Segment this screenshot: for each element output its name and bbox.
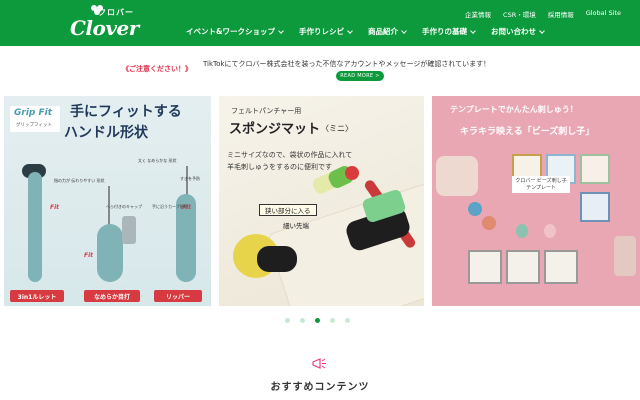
carousel-dot[interactable]	[285, 318, 290, 323]
util-link-company[interactable]: 企業情報	[465, 9, 491, 19]
nav-label: 商品紹介	[368, 27, 399, 36]
nav-item-basics[interactable]: 手作りの基礎	[422, 26, 476, 37]
callout-text: 細い先端	[283, 222, 309, 230]
banner-headline: 手にフィットする	[70, 104, 182, 120]
banner-headline: ハンドル形状	[64, 125, 148, 141]
feature-note: 太く なめらかな 形状	[138, 158, 177, 163]
banner-description: ミニサイズなので、袋状の作品に入れて	[227, 151, 353, 159]
site-header: クロバー Clover 企業情報 CSR・環境 採用情報 Global Site…	[0, 0, 640, 46]
banner-headline: テンプレートでかんたん刺しゅう！	[450, 105, 578, 114]
megaphone-icon	[312, 358, 326, 369]
banner-headline: スポンジマット	[229, 122, 321, 137]
nav-item-events[interactable]: イベント&ワークショップ	[186, 26, 284, 37]
nav-label: 手作りの基礎	[422, 27, 468, 36]
product-tag: リッパー	[154, 290, 202, 302]
nav-item-contact[interactable]: お問い合わせ	[491, 26, 545, 37]
util-link-global[interactable]: Global Site	[586, 9, 621, 19]
chevron-down-icon	[401, 27, 407, 34]
notice-label: 《ご注意ください！》	[122, 65, 192, 73]
read-more-button[interactable]: READ MORE >	[336, 71, 384, 81]
product-label: クロバー ビーズ刺し子テンプレート	[512, 176, 570, 193]
clover-logo[interactable]: クロバー Clover	[68, 5, 142, 40]
nav-label: 手作りレシピ	[299, 27, 345, 36]
nav-label: お問い合わせ	[491, 27, 537, 36]
feature-note: へら付きのキャップ	[106, 204, 142, 209]
banner-sponge-mat[interactable]: フェルトパンチャー用 スポンジマット 〈ミニ〉 ミニサイズなので、袋状の作品に入…	[219, 96, 424, 306]
banner-headline-small: 〈ミニ〉	[321, 124, 353, 133]
cap-image	[122, 216, 136, 244]
notice-text[interactable]: TikTokにてクロバー株式会社を装った不信なアカウントやメッセージが確認されて…	[203, 59, 490, 69]
chevron-down-icon	[470, 27, 476, 34]
product-tag: なめらか目打	[84, 290, 140, 302]
fit-label: Fit	[50, 204, 60, 211]
chevron-down-icon	[347, 27, 353, 34]
carousel-dot-active[interactable]	[315, 318, 320, 323]
main-nav: イベント&ワークショップ 手作りレシピ 商品紹介 手作りの基礎 お問い合わせ	[186, 26, 560, 37]
banner-subtitle: フェルトパンチャー用	[231, 107, 302, 115]
feature-note: 手に沿うカーブ形状	[152, 204, 188, 209]
product-tag: 3in1ルレット	[10, 290, 64, 302]
grip-fit-subtitle: グリップフィット	[16, 123, 52, 128]
carousel-dot[interactable]	[300, 318, 305, 323]
banner-description: 羊毛刺しゅうをするのに便利です	[227, 163, 332, 171]
chevron-down-icon	[539, 27, 545, 34]
nav-label: イベント&ワークショップ	[186, 27, 276, 36]
logo-word: Clover	[70, 16, 139, 40]
util-link-csr[interactable]: CSR・環境	[503, 9, 536, 19]
carousel-dots	[285, 318, 350, 323]
nav-item-products[interactable]: 商品紹介	[368, 26, 407, 37]
nav-item-recipes[interactable]: 手作りレシピ	[299, 26, 353, 37]
carousel-dot[interactable]	[345, 318, 350, 323]
feature-note: すきを予防	[180, 176, 200, 181]
banner-bead-sashiko[interactable]: テンプレートでかんたん刺しゅう！ キラキラ映える「ビーズ刺し子」 クロバー ビー…	[432, 96, 640, 306]
carousel-dot[interactable]	[330, 318, 335, 323]
banner-grip-fit[interactable]: Grip Fit グリップフィット 手にフィットする ハンドル形状 Fit Fi…	[4, 96, 211, 306]
chevron-down-icon	[278, 27, 284, 34]
section-title-recommended: おすすめコンテンツ	[270, 382, 370, 393]
banner-headline: キラキラ映える「ビーズ刺し子」	[460, 127, 595, 137]
grip-fit-title: Grip Fit	[14, 108, 53, 118]
callout-tag: 狭い部分に入る	[259, 204, 317, 216]
utility-nav: 企業情報 CSR・環境 採用情報 Global Site	[453, 9, 621, 19]
grip-fit-logo: Grip Fit グリップフィット	[10, 106, 60, 132]
util-link-recruit[interactable]: 採用情報	[548, 9, 574, 19]
feature-note: 指の力が 伝わりやすい 形状	[54, 178, 105, 183]
fit-label: Fit	[84, 252, 94, 259]
